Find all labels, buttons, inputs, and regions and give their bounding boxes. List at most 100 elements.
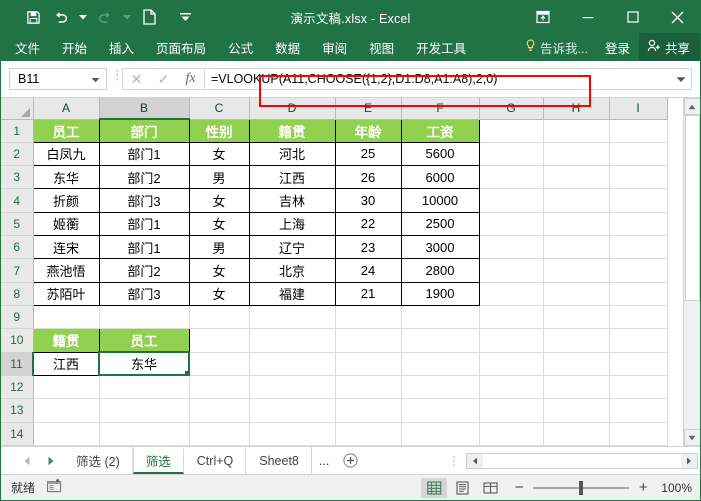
- cell-i9[interactable]: [609, 306, 667, 329]
- scroll-up-icon[interactable]: [684, 98, 701, 115]
- cell-a12[interactable]: [33, 375, 99, 398]
- cell-g12[interactable]: [479, 375, 543, 398]
- cell-f2[interactable]: 5600: [401, 142, 479, 165]
- cell-b13[interactable]: [99, 399, 189, 422]
- cell-g2[interactable]: [479, 142, 543, 165]
- cell-d11[interactable]: [249, 352, 335, 375]
- cell-g10[interactable]: [479, 329, 543, 352]
- row-header-1[interactable]: 1: [1, 119, 33, 142]
- cell-g9[interactable]: [479, 306, 543, 329]
- cell-h14[interactable]: [543, 422, 609, 445]
- tell-me-box[interactable]: 告诉我...: [519, 33, 596, 61]
- column-header-a[interactable]: A: [33, 98, 99, 119]
- cell-h4[interactable]: [543, 189, 609, 212]
- ribbon-tab-insert[interactable]: 插入: [98, 33, 145, 61]
- select-all-corner[interactable]: [1, 98, 33, 119]
- cell-f4[interactable]: 10000: [401, 189, 479, 212]
- redo-icon[interactable]: [91, 4, 119, 30]
- cancel-formula-icon[interactable]: ✕: [123, 69, 150, 89]
- row-header-14[interactable]: 14: [1, 422, 33, 445]
- cell-i1[interactable]: [609, 119, 667, 142]
- cell-e12[interactable]: [335, 375, 401, 398]
- cell-e14[interactable]: [335, 422, 401, 445]
- cell-g7[interactable]: [479, 259, 543, 282]
- cell-b12[interactable]: [99, 375, 189, 398]
- column-header-h[interactable]: H: [543, 98, 609, 119]
- cell-c7[interactable]: 女: [189, 259, 249, 282]
- scroll-down-icon[interactable]: [684, 429, 701, 446]
- cell-h13[interactable]: [543, 399, 609, 422]
- cell-c1[interactable]: 性别: [189, 119, 249, 142]
- cell-f3[interactable]: 6000: [401, 166, 479, 189]
- cell-b2[interactable]: 部门1: [99, 142, 189, 165]
- record-macro-icon[interactable]: [47, 479, 62, 496]
- sign-in-button[interactable]: 登录: [596, 33, 639, 61]
- cell-i7[interactable]: [609, 259, 667, 282]
- cell-i8[interactable]: [609, 282, 667, 305]
- cell-i2[interactable]: [609, 142, 667, 165]
- cell-b11[interactable]: 东华: [99, 352, 189, 375]
- cell-h8[interactable]: [543, 282, 609, 305]
- cell-c14[interactable]: [189, 422, 249, 445]
- cell-d6[interactable]: 辽宁: [249, 236, 335, 259]
- cell-b10[interactable]: 员工: [99, 329, 189, 352]
- zoom-slider-thumb[interactable]: [579, 481, 583, 495]
- cell-i6[interactable]: [609, 236, 667, 259]
- insert-function-icon[interactable]: fx: [177, 69, 204, 89]
- column-header-e[interactable]: E: [335, 98, 401, 119]
- cell-d13[interactable]: [249, 399, 335, 422]
- row-header-5[interactable]: 5: [1, 212, 33, 235]
- cell-d5[interactable]: 上海: [249, 212, 335, 235]
- zoom-slider[interactable]: [533, 481, 629, 495]
- cell-a8[interactable]: 苏陌叶: [33, 282, 99, 305]
- ribbon-tab-view[interactable]: 视图: [358, 33, 405, 61]
- cell-c4[interactable]: 女: [189, 189, 249, 212]
- cell-f7[interactable]: 2800: [401, 259, 479, 282]
- cell-c9[interactable]: [189, 306, 249, 329]
- cell-h12[interactable]: [543, 375, 609, 398]
- cell-b4[interactable]: 部门3: [99, 189, 189, 212]
- share-button[interactable]: 共享: [639, 33, 700, 61]
- cell-e11[interactable]: [335, 352, 401, 375]
- cell-e2[interactable]: 25: [335, 142, 401, 165]
- ribbon-tab-formulas[interactable]: 公式: [217, 33, 264, 61]
- cell-f14[interactable]: [401, 422, 479, 445]
- cell-e10[interactable]: [335, 329, 401, 352]
- cell-i4[interactable]: [609, 189, 667, 212]
- add-sheet-icon[interactable]: [335, 447, 366, 474]
- cell-d9[interactable]: [249, 306, 335, 329]
- cell-h2[interactable]: [543, 142, 609, 165]
- cell-h6[interactable]: [543, 236, 609, 259]
- row-header-11[interactable]: 11: [1, 352, 33, 375]
- cell-c12[interactable]: [189, 375, 249, 398]
- column-header-b[interactable]: B: [99, 98, 189, 119]
- cell-h10[interactable]: [543, 329, 609, 352]
- page-layout-view-icon[interactable]: [449, 478, 475, 498]
- cell-b6[interactable]: 部门1: [99, 236, 189, 259]
- redo-dropdown-icon[interactable]: [119, 4, 135, 30]
- cell-a1[interactable]: 员工: [33, 119, 99, 142]
- cell-c6[interactable]: 男: [189, 236, 249, 259]
- sheet-tab-1[interactable]: 筛选: [133, 447, 184, 474]
- close-icon[interactable]: [655, 1, 700, 33]
- ribbon-tab-developer[interactable]: 开发工具: [405, 33, 477, 61]
- enter-formula-icon[interactable]: ✓: [150, 69, 177, 89]
- cell-g8[interactable]: [479, 282, 543, 305]
- cell-i12[interactable]: [609, 375, 667, 398]
- cell-g11[interactable]: [479, 352, 543, 375]
- cell-b8[interactable]: 部门3: [99, 282, 189, 305]
- ribbon-tab-file[interactable]: 文件: [1, 33, 51, 61]
- cell-f9[interactable]: [401, 306, 479, 329]
- cell-c3[interactable]: 男: [189, 166, 249, 189]
- cell-d8[interactable]: 福建: [249, 282, 335, 305]
- row-header-6[interactable]: 6: [1, 236, 33, 259]
- ribbon-tab-data[interactable]: 数据: [264, 33, 311, 61]
- cell-e9[interactable]: [335, 306, 401, 329]
- cell-e1[interactable]: 年龄: [335, 119, 401, 142]
- zoom-level-label[interactable]: 100%: [657, 481, 692, 495]
- cell-e13[interactable]: [335, 399, 401, 422]
- cell-e8[interactable]: 21: [335, 282, 401, 305]
- name-box-dropdown-icon[interactable]: [91, 72, 100, 86]
- cell-f12[interactable]: [401, 375, 479, 398]
- horizontal-scroll-track[interactable]: [483, 454, 681, 468]
